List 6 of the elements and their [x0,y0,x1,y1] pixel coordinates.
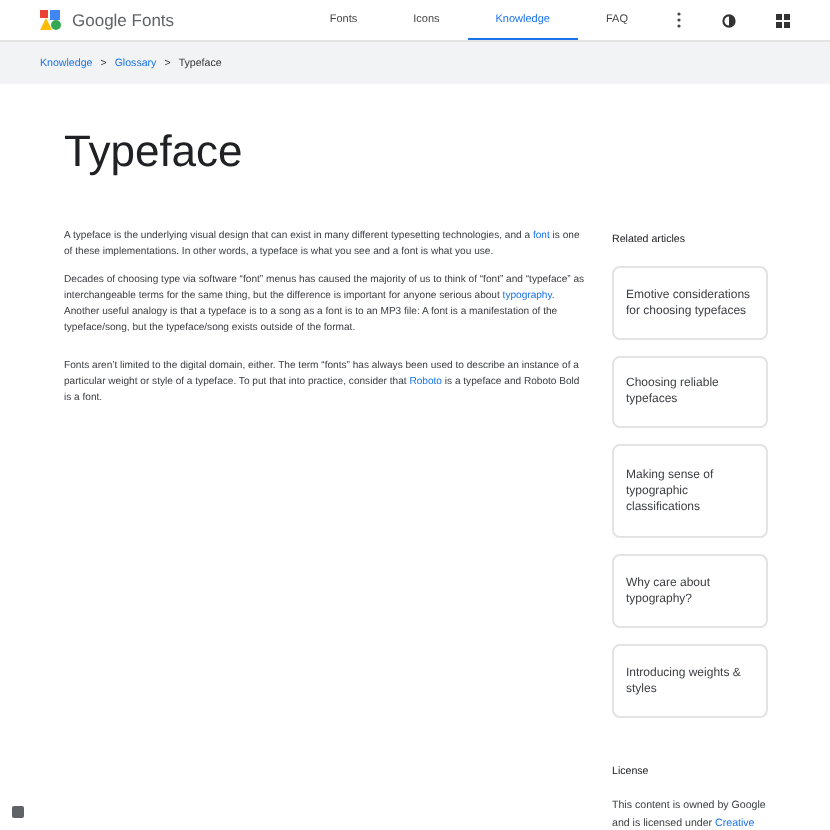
more-icon[interactable] [676,12,682,28]
logo-icon [40,10,62,30]
brand-name: Google Fonts [72,10,175,30]
apps-grid-icon[interactable] [776,13,790,27]
theme-icon[interactable] [722,13,736,27]
page-title: Typeface [64,126,245,178]
